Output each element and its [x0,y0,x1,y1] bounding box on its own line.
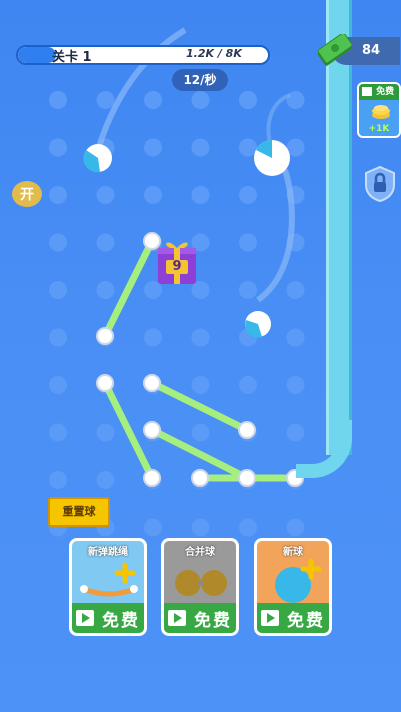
peg-dot[interactable] [96,471,115,489]
peg-dot[interactable] [144,138,162,157]
ball [254,140,290,176]
cash-icon [317,34,352,66]
anchor-peg [96,327,114,345]
peg-dot[interactable] [96,91,115,109]
anchor-pegs [96,232,304,487]
peg-dot[interactable] [286,281,305,299]
ball-track [326,0,352,455]
card-title: 新弹跳绳 [88,547,128,558]
anchor-peg [143,421,161,439]
boost-button[interactable]: 开 [10,178,44,208]
peg-dot[interactable] [49,281,67,299]
free-ad-header: 免费 [359,84,399,100]
peg-dot[interactable] [239,233,257,252]
anchor-peg [143,469,161,487]
peg-dot[interactable] [49,423,67,442]
coin-stack-icon [372,105,390,119]
peg-dot[interactable] [191,138,210,157]
peg-dot[interactable] [191,328,210,347]
gift-count: 9 [172,259,182,274]
peg-dot[interactable] [286,518,305,537]
peg-dot[interactable] [239,281,257,299]
peg-dot[interactable] [239,91,257,109]
peg-dot[interactable] [286,376,305,394]
free-ad-reward: +1K [368,124,390,134]
peg-dot[interactable] [49,138,67,157]
rope-icon [80,562,138,597]
lock-icon[interactable] [363,165,397,203]
card-new-rope[interactable]: 新弹跳绳 免费 [69,538,147,636]
card-ad-button[interactable]: 免费 [164,603,236,633]
rope-group [101,237,299,482]
peg-dot[interactable] [144,328,162,347]
boost-label: 开 [20,187,34,203]
new-ball-icon [275,558,322,603]
peg-dot[interactable] [49,186,67,204]
peg-dot[interactable] [191,376,210,394]
peg-dot[interactable] [49,471,67,489]
peg-dot[interactable] [49,233,67,252]
anchor-peg [143,374,161,392]
anchor-peg [191,469,209,487]
peg-dot[interactable] [49,328,67,347]
card-new-ball[interactable]: 新球 免费 [254,538,332,636]
merge-icon [175,570,227,596]
anchor-peg [96,374,114,392]
card-ad-button[interactable]: 免费 [257,603,329,633]
card-ad-button[interactable]: 免费 [72,603,144,633]
peg-dot[interactable] [49,91,67,109]
card-merge-balls[interactable]: 合并球 免费 [161,538,239,636]
plus-icon [114,562,136,584]
peg-dot[interactable] [96,281,115,299]
peg-dot[interactable] [239,138,257,157]
ball [83,144,112,173]
free-money-ad-button[interactable]: 免费 +1K [357,82,401,138]
peg-dot[interactable] [144,186,162,204]
peg-dot[interactable] [286,328,305,347]
money-value: 84 [362,43,381,58]
peg-dot[interactable] [96,233,115,252]
level-progress-fill [18,47,56,63]
peg-dot[interactable] [191,186,210,204]
card-ad-label: 免费 [194,610,232,631]
anchor-peg [238,421,256,439]
anchor-peg [238,469,256,487]
card-ad-label: 免费 [102,610,140,631]
card-title: 新球 [283,547,303,558]
peg-dot[interactable] [96,423,115,442]
peg-dot[interactable] [49,376,67,394]
play-icon [168,610,186,626]
card-ad-label: 免费 [287,610,325,631]
reset-balls-button[interactable]: 重置球 [48,497,110,527]
play-icon [362,87,372,96]
peg-dot[interactable] [144,518,162,537]
peg-dot[interactable] [191,91,210,109]
peg-dot[interactable] [239,186,257,204]
peg-dot[interactable] [239,518,257,537]
peg-dot[interactable] [191,518,210,537]
progress-text: 1.2K / 8K [186,47,242,60]
income-rate: 12/秒 [172,69,228,91]
free-ad-label: 免费 [376,87,395,97]
peg-dot[interactable] [144,91,162,109]
peg-dot[interactable] [191,423,210,442]
peg-dot[interactable] [239,376,257,394]
ball [245,311,271,338]
level-label: 关卡 1 [52,50,92,65]
play-icon [76,610,94,626]
play-icon [261,610,279,626]
card-title: 合并球 [185,547,215,558]
peg-dot[interactable] [96,186,115,204]
